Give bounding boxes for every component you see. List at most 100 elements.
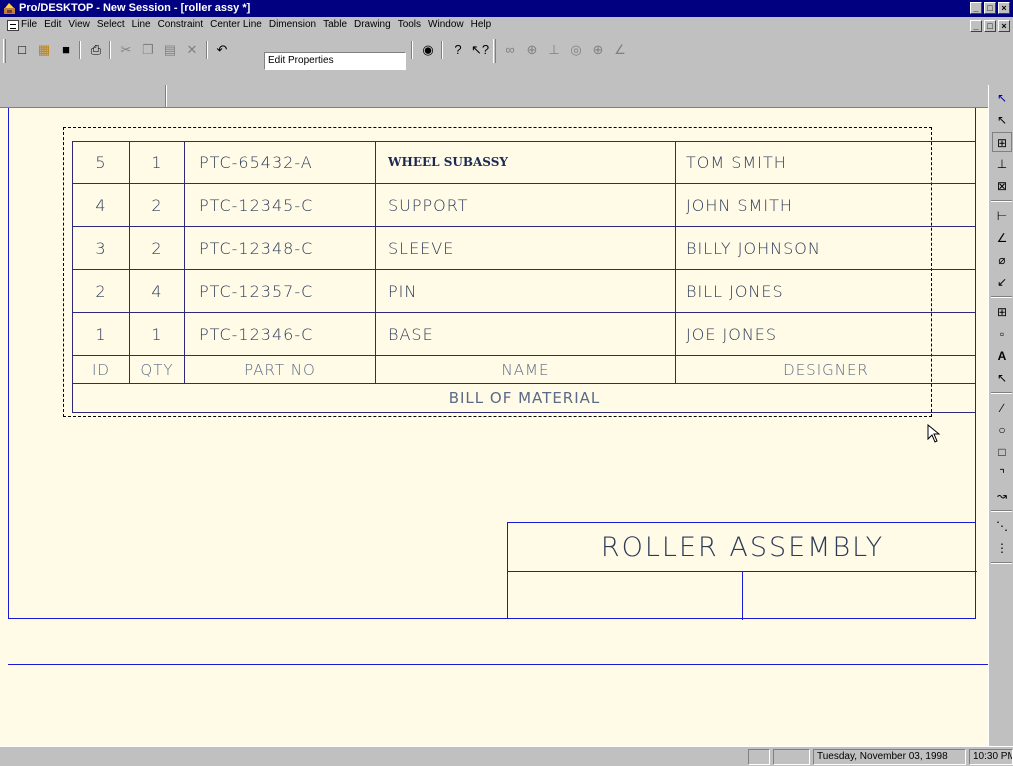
doc-restore-button[interactable]: □	[984, 20, 996, 32]
menu-tools[interactable]: Tools	[398, 19, 421, 30]
center-mark-icon[interactable]: ⋱	[992, 516, 1012, 536]
menu-constraint[interactable]: Constraint	[158, 19, 204, 30]
undo-icon[interactable]: ↶	[212, 39, 232, 61]
menu-file[interactable]: File	[21, 19, 37, 30]
title-block[interactable]: ROLLER ASSEMBLY	[507, 522, 977, 620]
drawing-canvas[interactable]: 5 1 PTC-65432-A WHEEL SUBASSY TOM SMITH …	[0, 108, 988, 746]
linear-dimension-icon[interactable]: ⊢	[992, 206, 1012, 226]
menu-center-line[interactable]: Center Line	[210, 19, 262, 30]
bom-header-qty: QTY	[129, 356, 184, 383]
paste-icon[interactable]: ▤	[160, 39, 180, 61]
bom-cell-part-no: PTC-12346-C	[184, 313, 375, 355]
toolbar-separator	[206, 41, 208, 59]
menu-line[interactable]: Line	[132, 19, 151, 30]
bom-cell-designer: JOE JONES	[675, 313, 976, 355]
bom-cell-qty: 2	[129, 184, 184, 226]
menu-dimension[interactable]: Dimension	[269, 19, 316, 30]
bom-cell-id: 3	[72, 227, 129, 269]
menu-help[interactable]: Help	[471, 19, 492, 30]
concentric-constraint-icon[interactable]: ⊕	[522, 39, 542, 61]
bom-row-4[interactable]: 4 2 PTC-12345-C SUPPORT JOHN SMITH	[72, 184, 976, 227]
mouse-pointer-icon	[927, 424, 941, 443]
palette-separator	[991, 562, 1012, 564]
status-bar: Tuesday, November 03, 1998 10:30 PM	[0, 746, 1013, 766]
trim-tool-icon[interactable]: ↝	[992, 486, 1012, 506]
doc-close-button[interactable]: ×	[998, 20, 1010, 32]
centerline-tool-icon[interactable]: ⋮	[992, 538, 1012, 558]
print-icon[interactable]: ⎙	[86, 39, 106, 61]
perpendicular-constraint-icon[interactable]: ⊥	[544, 39, 564, 61]
bom-row-2[interactable]: 2 4 PTC-12357-C PIN BILL JONES	[72, 270, 976, 313]
close-button[interactable]: ×	[998, 2, 1010, 14]
bom-cell-qty: 1	[129, 141, 184, 183]
rectangle-tool-icon[interactable]: □	[992, 442, 1012, 462]
bom-header-name: NAME	[375, 356, 675, 383]
angular-dimension-icon[interactable]: ∠	[992, 228, 1012, 248]
bom-header-id: ID	[72, 356, 129, 383]
copy-icon[interactable]: ❐	[138, 39, 158, 61]
center-constraint-icon[interactable]: ⊕	[588, 39, 608, 61]
window-title: Pro/DESKTOP - New Session - [roller assy…	[19, 2, 251, 14]
save-disk-icon[interactable]: ■	[56, 39, 76, 61]
open-folder-icon[interactable]: ▦	[34, 39, 54, 61]
menu-table[interactable]: Table	[323, 19, 347, 30]
menu-view[interactable]: View	[68, 19, 90, 30]
radius-dimension-icon[interactable]: ↙	[992, 272, 1012, 292]
bom-cell-designer: BILLY JOHNSON	[675, 227, 976, 269]
coincident-constraint-icon[interactable]: ∞	[500, 39, 520, 61]
bom-row-5[interactable]: 5 1 PTC-65432-A WHEEL SUBASSY TOM SMITH	[72, 141, 976, 184]
palette-separator	[991, 510, 1012, 512]
angle-constraint-icon[interactable]: ∠	[610, 39, 630, 61]
menu-edit[interactable]: Edit	[44, 19, 61, 30]
maximize-button[interactable]: □	[984, 2, 996, 14]
bom-cell-id: 1	[72, 313, 129, 355]
pro-desktop-app-icon[interactable]	[3, 2, 16, 15]
bom-cell-designer: JOHN SMITH	[675, 184, 976, 226]
bom-row-1[interactable]: 1 1 PTC-12346-C BASE JOE JONES	[72, 313, 976, 356]
status-panel	[748, 749, 770, 765]
corner-tool-icon[interactable]: ⌝	[992, 464, 1012, 484]
select-tool-icon[interactable]: ↖	[992, 88, 1012, 108]
diameter-dimension-icon[interactable]: ⌀	[992, 250, 1012, 270]
context-help-icon[interactable]: ↖?	[470, 39, 490, 61]
doc-minimize-button[interactable]: _	[970, 20, 982, 32]
tangent-constraint-icon[interactable]: ◎	[566, 39, 586, 61]
minimize-button[interactable]: _	[970, 2, 982, 14]
menu-window[interactable]: Window	[428, 19, 464, 30]
help-icon[interactable]: ?	[448, 39, 468, 61]
window-title-bar[interactable]: Pro/DESKTOP - New Session - [roller assy…	[0, 0, 1013, 17]
bom-cell-id: 5	[72, 141, 129, 183]
toolbar-grip[interactable]	[3, 39, 6, 63]
bom-cell-name: PIN	[375, 270, 675, 312]
bom-cell-part-no: PTC-12357-C	[184, 270, 375, 312]
bom-cell-qty: 1	[129, 313, 184, 355]
text-tool-icon[interactable]: A	[992, 346, 1012, 366]
toolbar-separator	[79, 41, 81, 59]
menu-drawing[interactable]: Drawing	[354, 19, 391, 30]
menu-items: File Edit View Select Line Constraint Ce…	[21, 19, 491, 30]
new-file-icon[interactable]: □	[12, 39, 32, 61]
delete-icon[interactable]: ✕	[182, 39, 202, 61]
select-view-tool-icon[interactable]: ⊠	[992, 176, 1012, 196]
document-system-menu-icon[interactable]	[7, 20, 19, 31]
toolbar-grip[interactable]	[493, 39, 496, 63]
menu-select[interactable]: Select	[97, 19, 125, 30]
toolbar-separator	[165, 85, 167, 107]
bom-row-3[interactable]: 3 2 PTC-12348-C SLEEVE BILLY JOHNSON	[72, 227, 976, 270]
bom-cell-name: WHEEL SUBASSY	[375, 141, 675, 183]
datum-feature-icon[interactable]: ⊞	[992, 302, 1012, 322]
command-field[interactable]: Edit Properties	[264, 52, 406, 70]
datum-target-icon[interactable]: ▫	[992, 324, 1012, 344]
menu-bar: File Edit View Select Line Constraint Ce…	[0, 17, 1013, 35]
cut-icon[interactable]: ✂	[116, 39, 136, 61]
bom-cell-id: 2	[72, 270, 129, 312]
select-dimension-tool-icon[interactable]: ⊥	[992, 154, 1012, 174]
balloon-tool-icon[interactable]: ↖	[992, 368, 1012, 388]
circle-tool-icon[interactable]: ○	[992, 420, 1012, 440]
select-line-tool-icon[interactable]: ↖	[992, 110, 1012, 130]
bom-header-designer: DESIGNER	[675, 356, 976, 383]
model-info-icon[interactable]: ◉	[418, 39, 438, 61]
line-tool-icon[interactable]: ∕	[992, 398, 1012, 418]
select-table-tool-icon[interactable]: ⊞	[992, 132, 1012, 152]
palette-separator	[991, 200, 1012, 202]
